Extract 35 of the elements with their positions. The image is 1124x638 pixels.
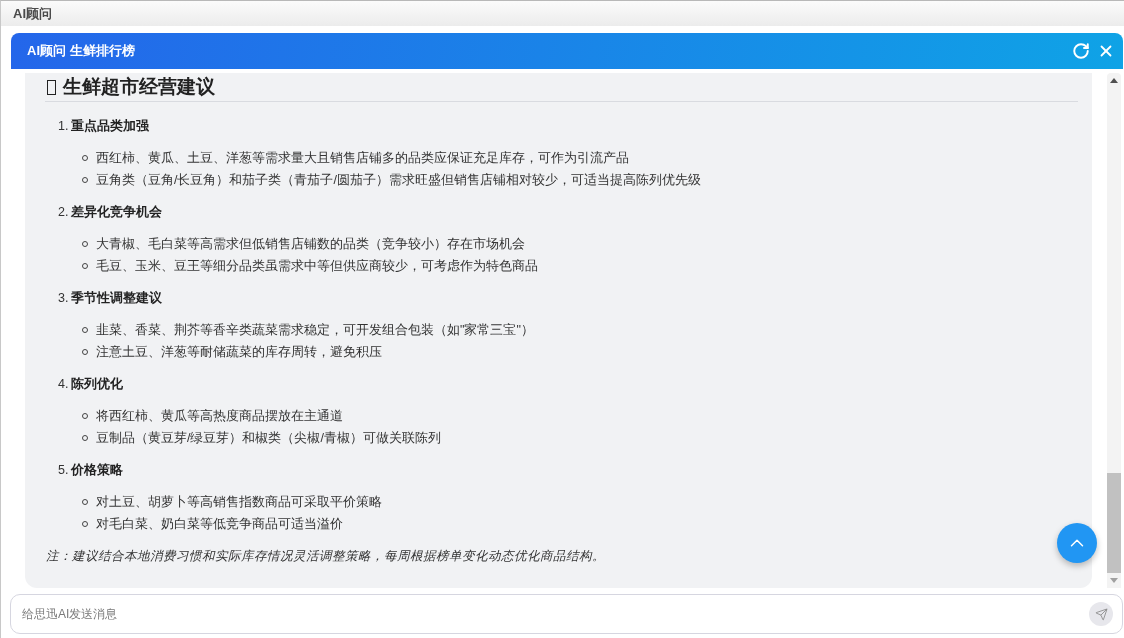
section-title: 陈列优化 xyxy=(71,376,124,393)
bullet-text: 对毛白菜、奶白菜等低竞争商品可适当溢价 xyxy=(96,516,343,533)
bullet-text: 豆制品（黄豆芽/绿豆芽）和椒类（尖椒/青椒）可做关联陈列 xyxy=(96,430,441,447)
section-title: 重点品类加强 xyxy=(71,118,150,135)
bullet-text: 韭菜、香菜、荆芥等香辛类蔬菜需求稳定，可开发组合包装（如"家常三宝"） xyxy=(96,322,534,339)
up-triangle-icon[interactable] xyxy=(1110,78,1118,83)
message-input-box[interactable]: 给思迅AI发送消息 xyxy=(10,594,1123,634)
down-triangle-icon[interactable] xyxy=(1110,578,1118,583)
list-number: 3. xyxy=(58,290,69,307)
list-number: 5. xyxy=(58,462,69,479)
message-heading: 生鲜超市经营建议 xyxy=(63,75,215,99)
bullet-text: 注意土豆、洋葱等耐储蔬菜的库存周转，避免积压 xyxy=(96,344,382,361)
dialog-title: AI顾问 生鲜排行榜 xyxy=(27,43,135,59)
bullet-text: 大青椒、毛白菜等高需求但低销售店铺数的品类（竞争较小）存在市场机会 xyxy=(96,236,525,253)
scrollbar[interactable] xyxy=(1107,73,1121,588)
bullet-text: 对土豆、胡萝卜等高销售指数商品可采取平价策略 xyxy=(96,494,382,511)
bullet-text: 西红柿、黄瓜、土豆、洋葱等需求量大且销售店铺多的品类应保证充足库存，可作为引流产品 xyxy=(96,150,629,167)
note-text: 注：建议结合本地消费习惯和实际库存情况灵活调整策略，每周根据榜单变化动态优化商品结构。 xyxy=(45,548,606,565)
bullet-text: 将西红柿、黄瓜等高热度商品摆放在主通道 xyxy=(96,408,343,425)
bullet-text: 豆角类（豆角/长豆角）和茄子类（青茄子/圆茄子）需求旺盛但销售店铺相对较少，可适当提高陈列优先级 xyxy=(96,172,701,189)
refresh-icon xyxy=(1072,42,1090,60)
bullet-text: 毛豆、玉米、豆王等细分品类虽需求中等但供应商较少，可考虑作为特色商品 xyxy=(96,258,538,275)
app-title: AI顾问 xyxy=(13,5,52,22)
send-icon xyxy=(1094,607,1108,621)
message-input-field[interactable]: 给思迅AI发送消息 xyxy=(22,604,1081,624)
list-number: 2. xyxy=(58,204,69,221)
section-title: 价格策略 xyxy=(71,462,124,479)
refresh-button[interactable] xyxy=(1072,42,1090,60)
send-button[interactable] xyxy=(1089,602,1113,626)
box-outline-icon xyxy=(47,79,56,95)
scrollbar-thumb[interactable] xyxy=(1107,473,1121,573)
section-title: 季节性调整建议 xyxy=(71,290,163,307)
section-title: 差异化竞争机会 xyxy=(71,204,163,221)
list-number: 4. xyxy=(58,376,69,393)
list-number: 1. xyxy=(58,118,69,135)
